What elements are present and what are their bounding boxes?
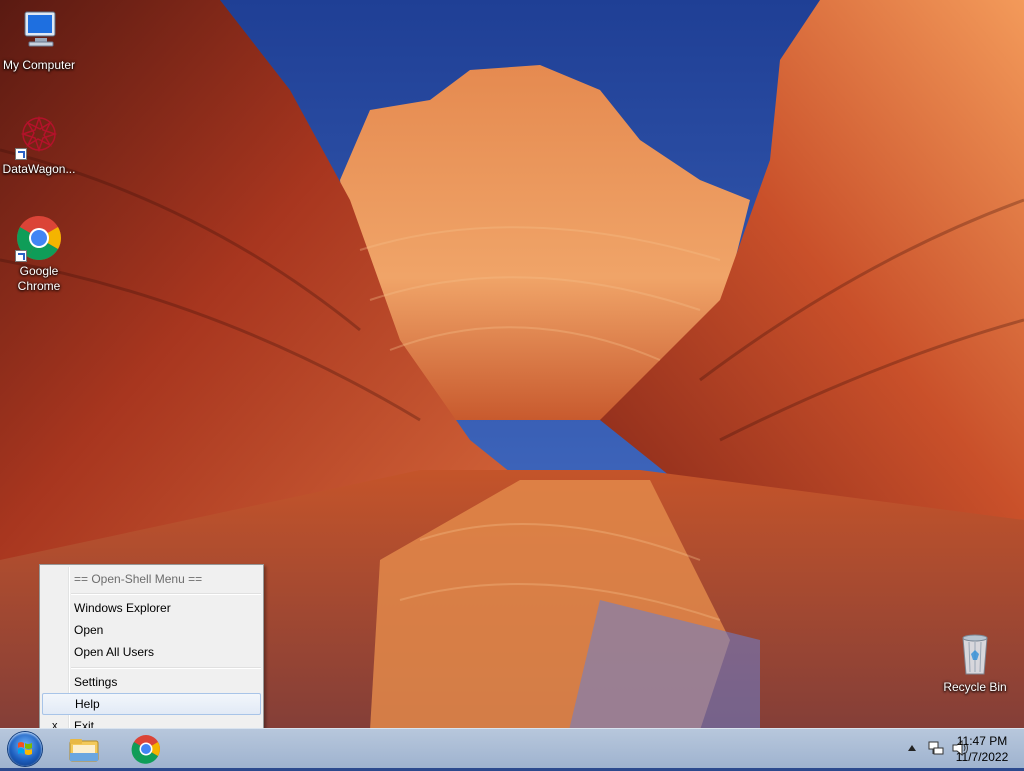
desktop-icon-recycle-bin[interactable]: Recycle Bin <box>935 630 1015 695</box>
recycle-bin-icon <box>951 630 999 678</box>
file-explorer-icon <box>69 739 99 762</box>
menu-item-open[interactable]: Open <box>42 619 261 641</box>
datawagon-icon <box>15 112 63 160</box>
taskbar: 11:47 PM 11/7/2022 <box>0 728 1024 768</box>
shortcut-arrow-icon <box>15 250 27 262</box>
shortcut-arrow-icon <box>15 148 27 160</box>
desktop-icon-label: Google Chrome <box>17 264 61 293</box>
desktop-icon-label: Recycle Bin <box>943 680 1007 694</box>
menu-item-windows-explorer[interactable]: Windows Explorer <box>42 597 261 619</box>
open-shell-context-menu: == Open-Shell Menu == Windows Explorer O… <box>39 564 264 740</box>
menu-item-settings[interactable]: Settings <box>42 671 261 693</box>
menu-header: == Open-Shell Menu == <box>74 572 203 586</box>
system-tray: 11:47 PM 11/7/2022 <box>874 729 1024 769</box>
chrome-icon <box>131 735 160 764</box>
taskbar-clock[interactable]: 11:47 PM 11/7/2022 <box>952 733 1012 765</box>
start-button[interactable] <box>8 732 42 766</box>
desktop-icon-label: DataWagon... <box>2 162 76 176</box>
taskbar-chrome[interactable] <box>126 733 166 765</box>
desktop-icon-google-chrome[interactable]: Google Chrome <box>0 214 79 294</box>
chrome-icon <box>15 214 63 262</box>
menu-separator <box>71 593 261 595</box>
menu-separator <box>71 667 261 669</box>
show-hidden-icons-icon[interactable] <box>908 744 916 752</box>
menu-item-open-all-users[interactable]: Open All Users <box>42 641 261 663</box>
desktop-icon-datawagon[interactable]: DataWagon... <box>0 112 79 177</box>
menu-item-help[interactable]: Help <box>42 693 261 715</box>
clock-date: 11/7/2022 <box>955 750 1009 764</box>
desktop-icon-my-computer[interactable]: My Computer <box>0 8 79 73</box>
network-icon[interactable] <box>928 740 944 756</box>
windows-logo-icon <box>18 742 32 755</box>
taskbar-file-explorer[interactable] <box>64 733 104 765</box>
desktop-icon-label: My Computer <box>2 58 76 72</box>
clock-time: 11:47 PM <box>956 734 1008 748</box>
computer-icon <box>15 8 63 56</box>
